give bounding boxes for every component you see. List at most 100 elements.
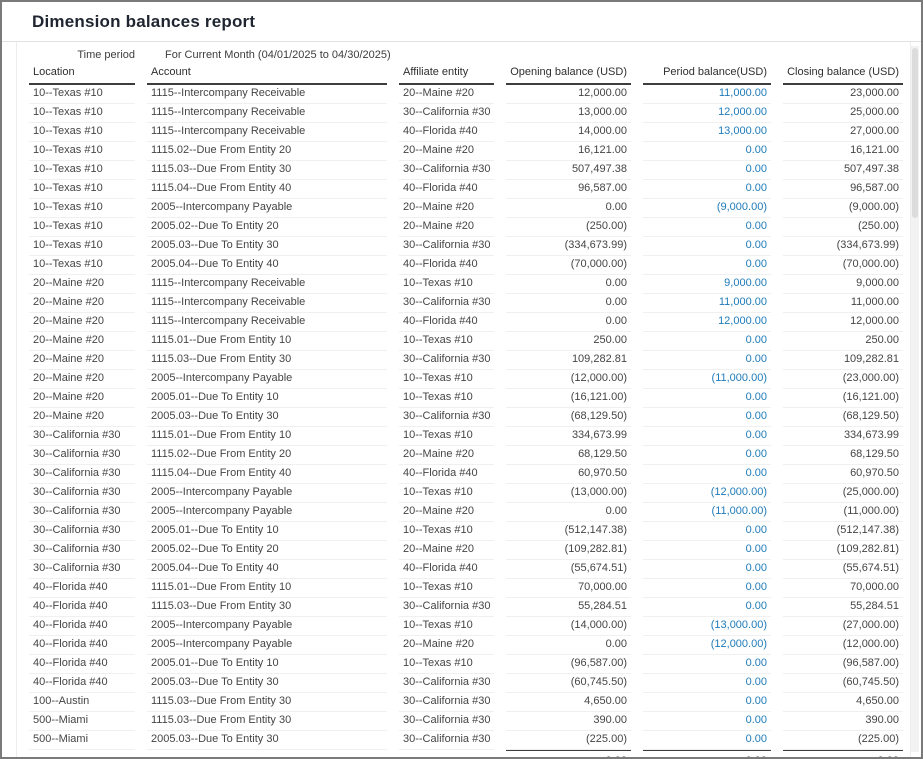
affiliate-entity-cell: 10--Texas #10 — [399, 579, 494, 598]
opening-balance-cell: 334,673.99 — [506, 427, 631, 446]
location-cell: 30--California #30 — [29, 522, 135, 541]
location-cell: 30--California #30 — [29, 465, 135, 484]
table-row: 10--Texas #101115.03--Due From Entity 30… — [29, 161, 903, 180]
period-balance-cell[interactable]: 0.00 — [643, 693, 771, 712]
closing-balance-cell: 4,650.00 — [783, 693, 903, 712]
period-balance-cell[interactable]: 0.00 — [643, 598, 771, 617]
period-balance-cell[interactable]: 0.00 — [643, 541, 771, 560]
affiliate-entity-cell: 30--California #30 — [399, 104, 494, 123]
account-cell: 1115.04--Due From Entity 40 — [147, 180, 387, 199]
account-cell: 2005--Intercompany Payable — [147, 617, 387, 636]
table-row: 10--Texas #102005--Intercompany Payable2… — [29, 199, 903, 218]
period-balance-cell[interactable]: 11,000.00 — [643, 294, 771, 313]
location-cell: 30--California #30 — [29, 484, 135, 503]
period-balance-cell[interactable]: 0.00 — [643, 522, 771, 541]
account-cell: 1115.01--Due From Entity 10 — [147, 579, 387, 598]
affiliate-entity-cell: 10--Texas #10 — [399, 370, 494, 389]
account-cell: 2005--Intercompany Payable — [147, 199, 387, 218]
period-balance-cell[interactable]: 11,000.00 — [643, 85, 771, 104]
period-balance-cell[interactable]: 0.00 — [643, 180, 771, 199]
opening-balance-cell: (334,673.99) — [506, 237, 631, 256]
table-row: 10--Texas #101115.04--Due From Entity 40… — [29, 180, 903, 199]
period-balance-cell[interactable]: 0.00 — [643, 237, 771, 256]
account-cell: 1115--Intercompany Receivable — [147, 123, 387, 142]
location-cell: 20--Maine #20 — [29, 351, 135, 370]
opening-balance-cell: 12,000.00 — [506, 85, 631, 104]
column-header-location: Location — [29, 63, 135, 85]
period-balance-cell[interactable]: 12,000.00 — [643, 313, 771, 332]
page-title: Dimension balances report — [32, 12, 255, 31]
period-balance-cell[interactable]: 0.00 — [643, 674, 771, 693]
closing-balance-cell: (16,121.00) — [783, 389, 903, 408]
period-balance-cell[interactable]: (13,000.00) — [643, 617, 771, 636]
period-balance-cell[interactable]: 0.00 — [643, 256, 771, 275]
time-period-value: For Current Month (04/01/2025 to 04/30/2… — [165, 47, 391, 63]
column-header-closing-balance: Closing balance (USD) — [783, 63, 903, 85]
period-balance-cell[interactable]: 0.00 — [643, 579, 771, 598]
period-balance-cell[interactable]: 9,000.00 — [643, 275, 771, 294]
account-cell: 1115--Intercompany Receivable — [147, 275, 387, 294]
account-cell: 2005.03--Due To Entity 30 — [147, 408, 387, 427]
period-balance-cell[interactable]: 0.00 — [643, 655, 771, 674]
account-cell: 1115.03--Due From Entity 30 — [147, 161, 387, 180]
location-cell: 20--Maine #20 — [29, 332, 135, 351]
account-cell: 1115--Intercompany Receivable — [147, 294, 387, 313]
table-row: 500--Miami1115.03--Due From Entity 3030-… — [29, 712, 903, 731]
period-balance-cell[interactable]: 0.00 — [643, 161, 771, 180]
location-cell: 500--Miami — [29, 731, 135, 750]
opening-balance-cell: (60,745.50) — [506, 674, 631, 693]
table-row: 40--Florida #401115.03--Due From Entity … — [29, 598, 903, 617]
period-balance-cell[interactable]: (12,000.00) — [643, 484, 771, 503]
location-cell: 30--California #30 — [29, 541, 135, 560]
period-balance-cell[interactable]: 0.00 — [643, 560, 771, 579]
time-period-row: Time period For Current Month (04/01/202… — [17, 47, 910, 63]
opening-balance-cell: (68,129.50) — [506, 408, 631, 427]
period-balance-cell[interactable]: 0.00 — [643, 465, 771, 484]
closing-balance-cell: (11,000.00) — [783, 503, 903, 522]
period-balance-cell[interactable]: 0.00 — [643, 427, 771, 446]
account-cell: 2005.02--Due To Entity 20 — [147, 541, 387, 560]
period-balance-cell[interactable]: (12,000.00) — [643, 636, 771, 655]
closing-balance-cell: (70,000.00) — [783, 256, 903, 275]
period-balance-cell[interactable]: 13,000.00 — [643, 123, 771, 142]
affiliate-entity-cell: 40--Florida #40 — [399, 123, 494, 142]
affiliate-entity-cell: 40--Florida #40 — [399, 465, 494, 484]
period-balance-cell[interactable]: (11,000.00) — [643, 503, 771, 522]
vertical-scrollbar[interactable] — [911, 46, 919, 752]
location-cell: 20--Maine #20 — [29, 294, 135, 313]
period-balance-cell[interactable]: 0.00 — [643, 408, 771, 427]
period-balance-cell[interactable]: 0.00 — [643, 332, 771, 351]
opening-balance-cell: 16,121.00 — [506, 142, 631, 161]
account-cell: 1115.03--Due From Entity 30 — [147, 351, 387, 370]
location-cell: 10--Texas #10 — [29, 199, 135, 218]
closing-balance-cell: (60,745.50) — [783, 674, 903, 693]
opening-balance-cell: 4,650.00 — [506, 693, 631, 712]
period-balance-cell[interactable]: 0.00 — [643, 731, 771, 750]
table-row: 30--California #302005.01--Due To Entity… — [29, 522, 903, 541]
period-balance-cell[interactable]: 0.00 — [643, 389, 771, 408]
location-cell: 20--Maine #20 — [29, 389, 135, 408]
period-balance-cell[interactable]: 0.00 — [643, 446, 771, 465]
table-row: 30--California #30 2005.02--Due To Entity… — [29, 541, 903, 560]
period-balance-cell[interactable]: 12,000.00 — [643, 104, 771, 123]
affiliate-entity-cell: 30--California #30 — [399, 674, 494, 693]
location-cell: 10--Texas #10 — [29, 104, 135, 123]
affiliate-entity-cell: 30--California #30 — [399, 598, 494, 617]
period-balance-cell[interactable]: 0.00 — [643, 712, 771, 731]
account-cell: 2005--Intercompany Payable — [147, 370, 387, 389]
period-balance-cell[interactable]: (9,000.00) — [643, 199, 771, 218]
period-balance-cell[interactable]: 0.00 — [643, 351, 771, 370]
closing-balance-cell: (109,282.81) — [783, 541, 903, 560]
opening-balance-cell: 0.00 — [506, 503, 631, 522]
account-cell: 1115--Intercompany Receivable — [147, 104, 387, 123]
closing-balance-cell: 70,000.00 — [783, 579, 903, 598]
account-cell: 1115.03--Due From Entity 30 — [147, 598, 387, 617]
period-balance-cell[interactable]: 0.00 — [643, 142, 771, 161]
scrollbar-thumb[interactable] — [912, 48, 918, 218]
closing-balance-cell: (27,000.00) — [783, 617, 903, 636]
period-balance-cell[interactable]: (11,000.00) — [643, 370, 771, 389]
affiliate-entity-cell: 20--Maine #20 — [399, 503, 494, 522]
period-balance-cell[interactable]: 0.00 — [643, 218, 771, 237]
account-cell: 1115.02--Due From Entity 20 — [147, 446, 387, 465]
report-content: Time period For Current Month (04/01/202… — [16, 42, 911, 759]
